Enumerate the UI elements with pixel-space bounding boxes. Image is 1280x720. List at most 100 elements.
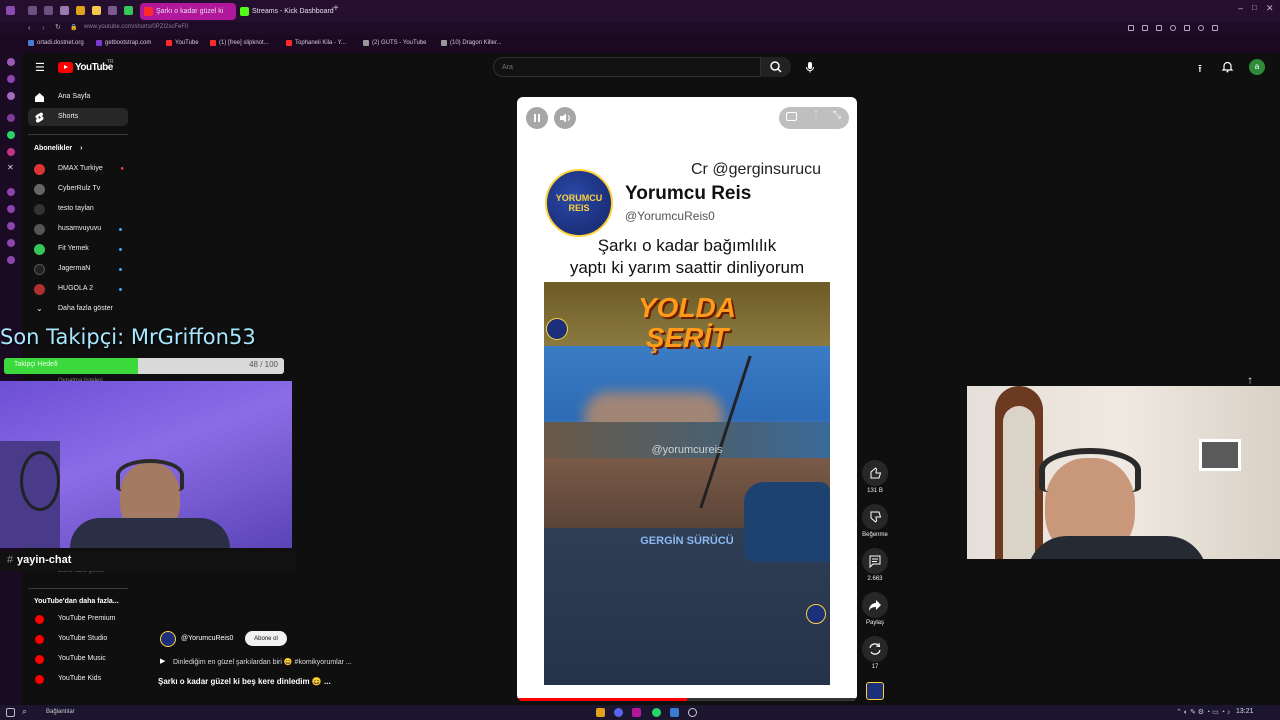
lock-icon: 🔒 [70, 25, 78, 31]
author-name[interactable]: @YorumcuReis0 [181, 635, 233, 642]
sidebar-app-icon[interactable] [7, 92, 15, 100]
extension-icons[interactable] [1128, 25, 1228, 32]
tab-icon[interactable] [28, 6, 37, 15]
sidebar-app-icon[interactable] [7, 256, 15, 264]
dislike-button[interactable] [862, 504, 888, 530]
browser-taskbar-icon[interactable] [632, 708, 641, 717]
reload-icon[interactable]: ↻ [55, 23, 61, 31]
browser-menu-icon[interactable] [6, 6, 15, 15]
tab-icon[interactable] [108, 6, 117, 15]
bookmark[interactable]: YouTube [166, 40, 199, 46]
sidebar-item-home[interactable]: Ana Sayfa [28, 88, 128, 106]
like-button[interactable] [862, 460, 888, 486]
sidebar-item-studio[interactable]: YouTube Studio [28, 630, 128, 648]
subscription-item[interactable]: JagermaN [28, 260, 128, 278]
bookmark[interactable]: ortadi.dostnet.org [28, 40, 84, 46]
more-options-icon[interactable]: ⋮ [811, 110, 821, 121]
app-taskbar-icon[interactable] [670, 708, 679, 717]
sidebar-item-shorts[interactable]: Shorts [28, 108, 128, 126]
url-input[interactable]: www.youtube.com/shorts/0PZI2scFeF0 [84, 24, 188, 30]
tab-icon[interactable] [44, 6, 53, 15]
sidebar-app-icon[interactable] [7, 114, 15, 122]
author-avatar[interactable] [160, 631, 176, 647]
captions-icon[interactable] [786, 112, 797, 121]
bookmark[interactable]: (2) GUTS - YouTube [363, 40, 426, 46]
notifications-bell-icon[interactable] [1221, 60, 1234, 73]
kick-favicon-icon [240, 7, 249, 16]
subscribe-button[interactable]: Abone ol [245, 631, 287, 646]
back-icon[interactable]: ‹ [28, 23, 31, 32]
hamburger-menu-icon[interactable]: ☰ [35, 61, 45, 74]
subscription-item[interactable]: testo taylan [28, 200, 128, 218]
shorts-video-player[interactable]: ⋮ ⤡ Cr @gerginsurucu YORUMCU REIS Yorumc… [517, 97, 857, 701]
tray-icons[interactable]: ⌃ ◐ ✎ ⚙ ◔ ▭ ◔ ♪ [1176, 708, 1230, 716]
progress-track[interactable] [517, 698, 857, 701]
share-button[interactable] [862, 592, 888, 618]
taskbar-search-icon[interactable]: ⌕ [22, 706, 27, 717]
scroll-up-icon[interactable]: ⭡ [1248, 376, 1252, 387]
remix-button[interactable] [862, 636, 888, 662]
sidebar-app-icon[interactable] [7, 239, 15, 247]
sidebar-app-icon[interactable] [7, 58, 15, 66]
x-twitter-icon[interactable]: ✕ [7, 163, 14, 172]
new-content-dot [119, 268, 122, 271]
discord-icon[interactable] [614, 708, 623, 717]
subscription-item[interactable]: DMAX Turkiye ● [28, 160, 128, 178]
account-avatar[interactable]: a [1249, 59, 1265, 75]
bookmark[interactable]: (10) Dragon Killer... [441, 40, 502, 46]
hash-icon: # [7, 554, 14, 566]
whatsapp-icon[interactable] [7, 131, 15, 139]
instagram-icon[interactable] [7, 148, 15, 156]
video-frame: YOLDA ŞERİT @yorumcureis GERGİN SÜRÜCÜ [544, 282, 830, 685]
comment-count: 2.663 [867, 576, 883, 582]
headphones [116, 459, 184, 491]
short-description[interactable]: Dinlediğim en güzel şarkılardan biri 😄 #… [173, 658, 352, 666]
tab-icon[interactable] [76, 6, 85, 15]
sidebar-item-kids[interactable]: YouTube Kids [28, 670, 128, 688]
pause-button[interactable] [526, 107, 548, 129]
sidebar-app-icon[interactable] [7, 205, 15, 213]
bookmark[interactable]: Tophaneli Kila - Y... [286, 40, 346, 46]
tab-icon[interactable] [124, 6, 133, 15]
upload-icon[interactable]: ⭱ [1198, 60, 1202, 79]
fullscreen-icon[interactable]: ⤡ [833, 110, 841, 121]
sidebar-item-music[interactable]: YouTube Music [28, 650, 128, 668]
youtube-logo[interactable]: YouTube TR [58, 59, 128, 75]
obs-icon[interactable] [688, 708, 697, 717]
tab-active[interactable]: Şarkı o kadar güzel ki [140, 3, 236, 20]
voice-search-button[interactable] [802, 59, 818, 75]
file-explorer-icon[interactable] [596, 708, 605, 717]
whatsapp-taskbar-icon[interactable] [652, 708, 661, 717]
tab-label: Şarkı o kadar güzel ki [156, 8, 224, 15]
window-minimize-icon[interactable]: – [1238, 3, 1243, 13]
sidebar-app-icon[interactable] [7, 188, 15, 196]
tab-icon[interactable] [60, 6, 69, 15]
subscription-item[interactable]: HUGOLA 2 [28, 280, 128, 298]
volume-button[interactable] [554, 107, 576, 129]
search-input[interactable] [493, 57, 761, 77]
forward-icon[interactable]: › [42, 23, 45, 32]
bookmark[interactable]: getbootstrap.com [96, 40, 151, 46]
subscription-item[interactable]: husamvuyuvu [28, 220, 128, 238]
subscription-item[interactable]: CyberRulz Tv [28, 180, 128, 198]
comment-icon [869, 555, 881, 569]
comments-button[interactable] [862, 548, 888, 574]
guest-webcam [967, 386, 1280, 559]
bookmark[interactable]: (1) [free] slipknot... [210, 40, 269, 46]
window-maximize-icon[interactable]: □ [1252, 3, 1257, 12]
sidebar-item-premium[interactable]: YouTube Premium [28, 610, 128, 628]
tab-icon[interactable] [92, 6, 101, 15]
tab-kick[interactable]: Streams - Kick Dashboard [236, 3, 334, 20]
subscriptions-heading[interactable]: Abonelikler › [34, 145, 82, 152]
search-button[interactable] [761, 57, 791, 77]
sidebar-app-icon[interactable] [7, 222, 15, 230]
channel-logo-small [806, 604, 826, 624]
start-icon[interactable] [6, 708, 15, 717]
sidebar-app-icon[interactable] [7, 75, 15, 83]
taskbar-label[interactable]: Bağlantılar [46, 709, 75, 715]
new-tab-icon[interactable]: + [333, 3, 339, 14]
sound-thumbnail[interactable] [866, 682, 884, 700]
window-close-icon[interactable]: ✕ [1266, 3, 1274, 14]
show-more-button[interactable]: ⌄ Daha fazla göster [28, 300, 128, 318]
subscription-item[interactable]: Fit Yemek [28, 240, 128, 258]
